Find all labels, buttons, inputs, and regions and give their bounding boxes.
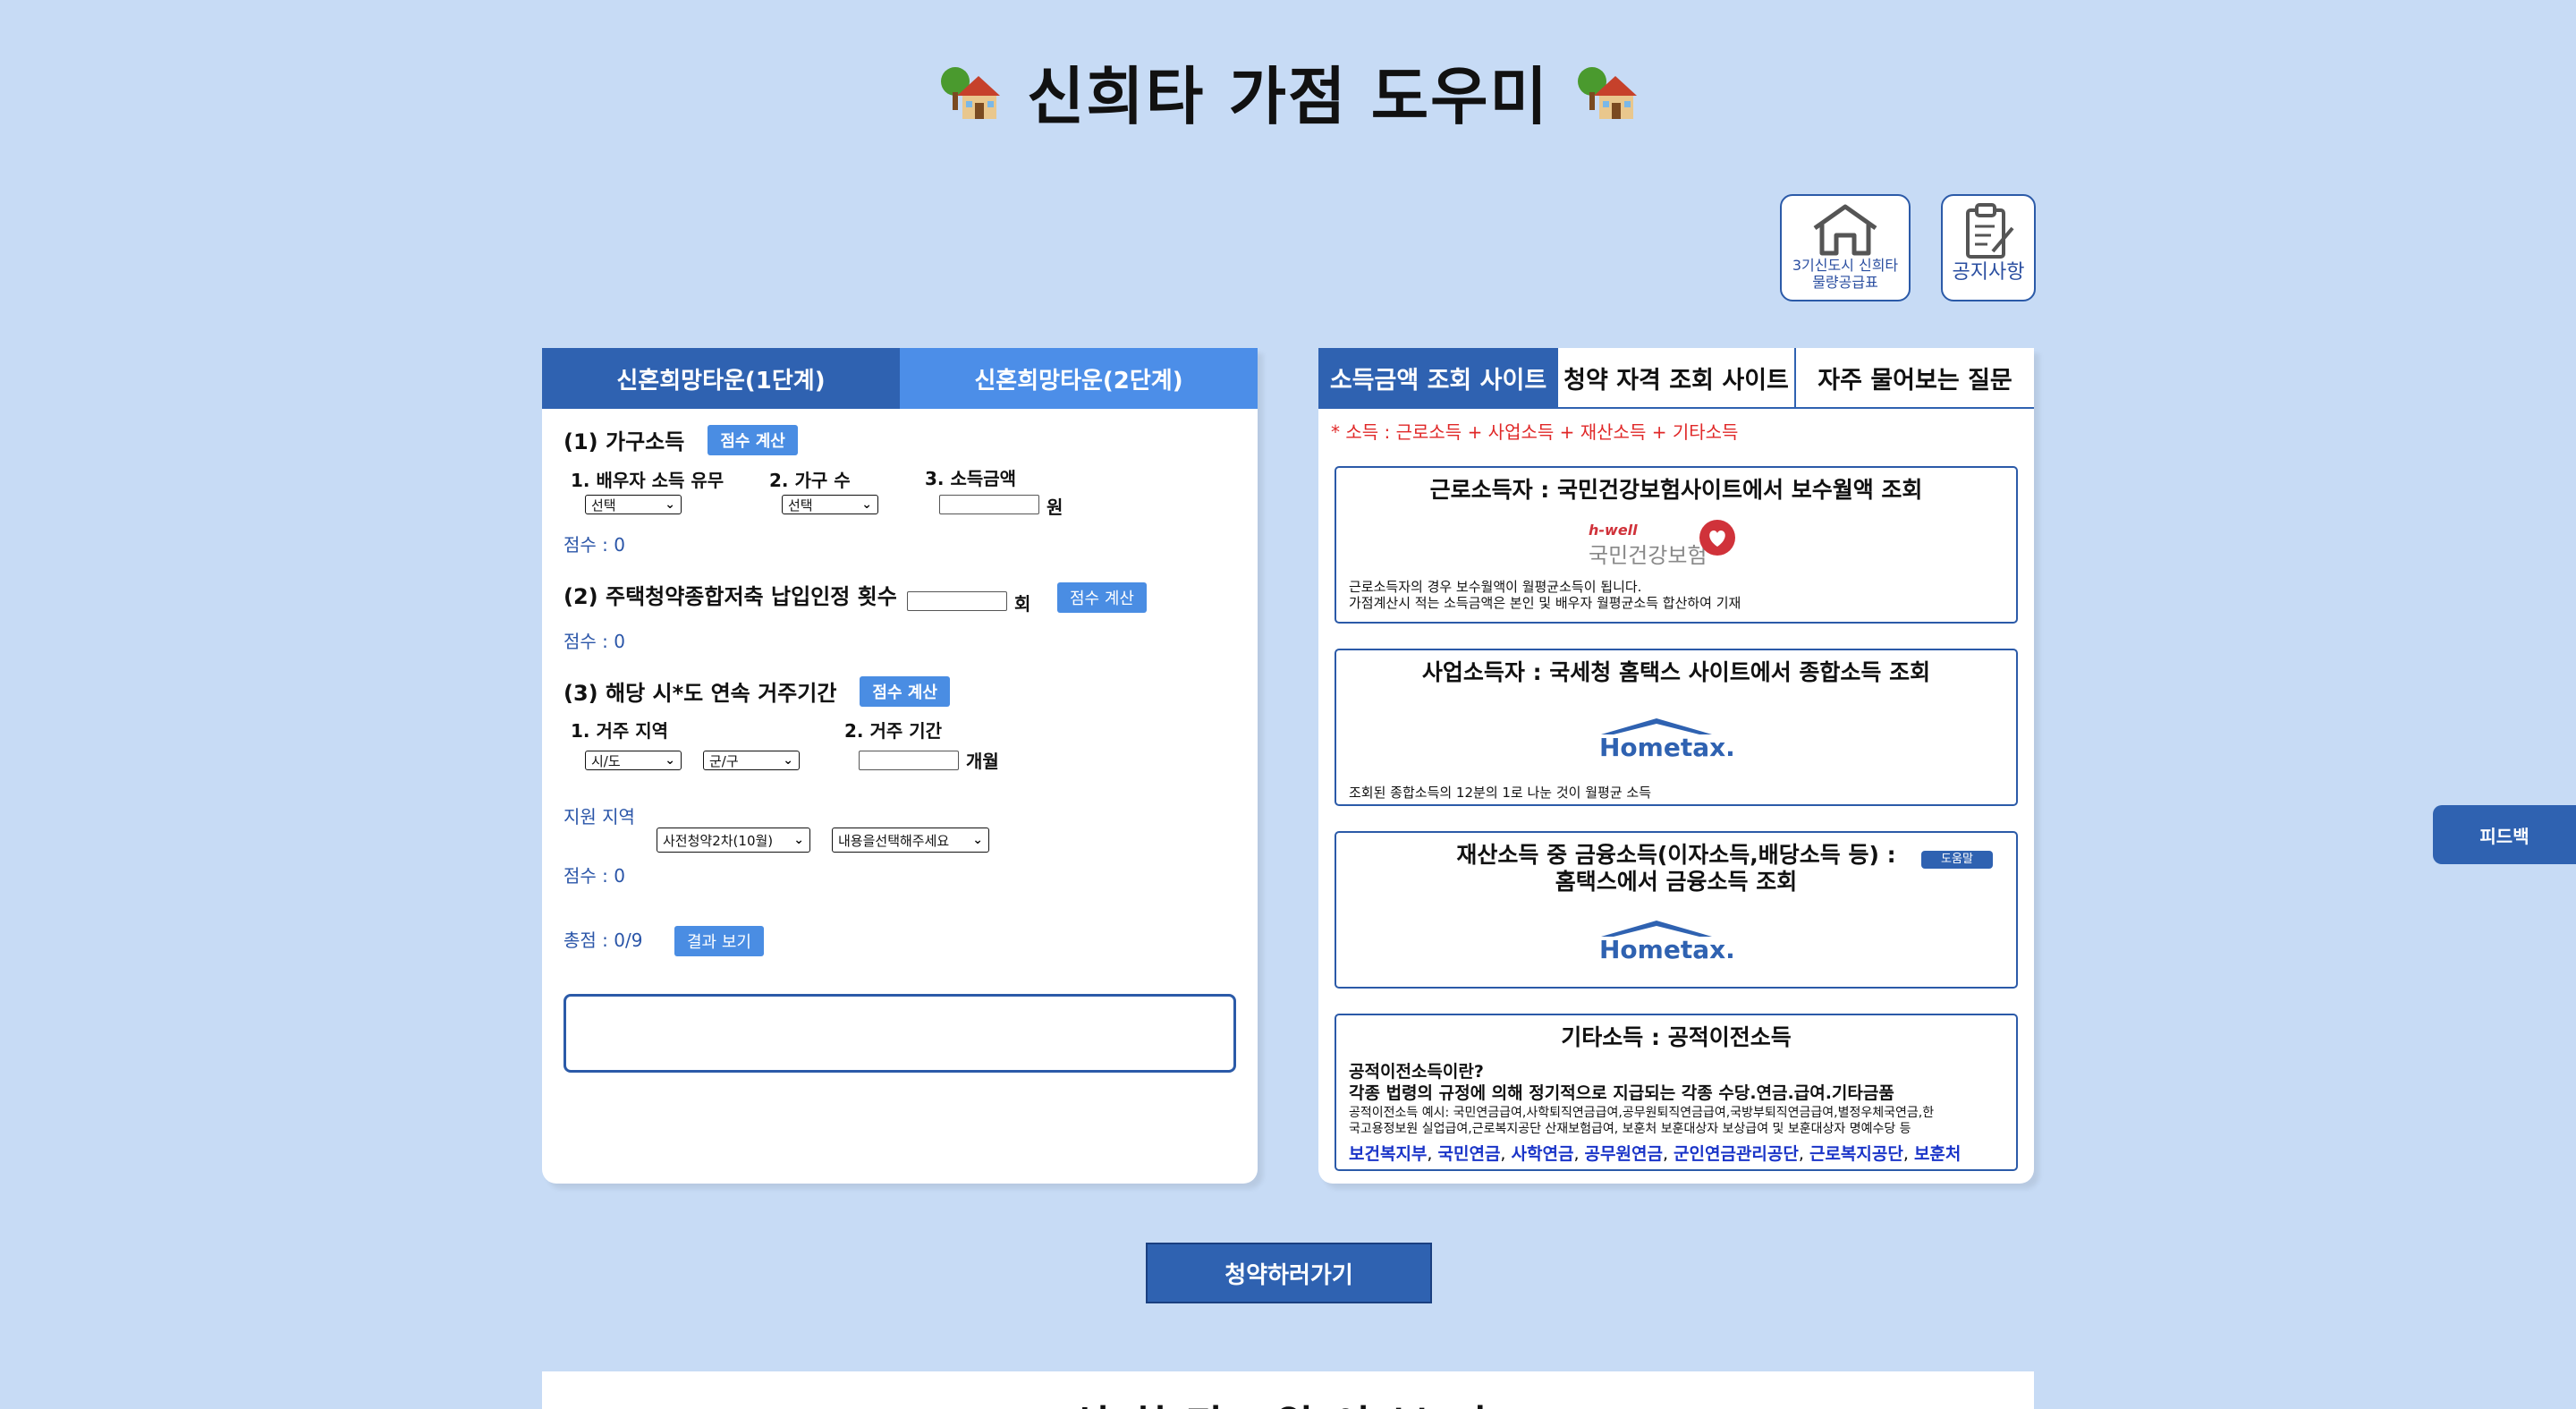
income-amount-input[interactable] — [939, 495, 1039, 514]
section-household-income: (1) 가구소득 점수 계산 — [564, 424, 798, 455]
tab-stage1[interactable]: 신혼희망타운(1단계) — [542, 348, 900, 409]
residence-region-label: 1. 거주 지역 — [571, 720, 669, 742]
supply-table-label: 3기신도시 신희타 물량공급표 — [1792, 257, 1899, 291]
months-unit: 개월 — [966, 751, 999, 772]
round-select[interactable]: 사전청약2차(10월) ⌄ — [657, 828, 810, 853]
chevron-down-icon: ⌄ — [665, 753, 675, 768]
card-title: 사업소득자 : 국세청 홈택스 사이트에서 종합소득 조회 — [1421, 659, 1931, 685]
support-region-label: 지원 지역 — [564, 806, 635, 828]
tab-eligibility-sites[interactable]: 청약 자격 조회 사이트 — [1558, 348, 1796, 407]
bottom-section: 신희타 알아보기 — [542, 1371, 2034, 1409]
income-amount-label: 3. 소득금액 — [925, 468, 1017, 489]
spouse-income-label: 1. 배우자 소득 유무 — [571, 470, 724, 491]
clipboard-icon — [1966, 203, 2014, 259]
chevron-down-icon: ⌄ — [783, 753, 793, 768]
gugun-select[interactable]: 군/구 ⌄ — [703, 751, 800, 770]
household-count-label: 2. 가구 수 — [769, 470, 851, 491]
income-formula-note: * 소득 : 근로소득 + 사업소득 + 재산소득 + 기타소득 — [1331, 421, 1739, 443]
info-panel: 소득금액 조회 사이트 청약 자격 조회 사이트 자주 물어보는 질문 * 소득… — [1318, 348, 2034, 1184]
link-tp[interactable]: 사학연금 — [1512, 1144, 1574, 1164]
chevron-down-icon: ⌄ — [972, 833, 983, 847]
house-tree-icon — [937, 60, 1002, 124]
bottom-section-title: 신희타 알아보기 — [542, 1391, 2034, 1409]
public-transfer-question: 공적이전소득이란? — [1349, 1062, 1484, 1082]
example-line2: 국고용정보원 실업급여,근로복지공단 산재보험급여, 보훈처 보훈대상자 보상급… — [1349, 1122, 1911, 1136]
content-select[interactable]: 내용을선택해주세요 ⌄ — [832, 828, 989, 853]
section3-score: 점수 : 0 — [564, 865, 625, 887]
link-mps[interactable]: 군인연금관리공단 — [1674, 1144, 1799, 1164]
calc-score-button[interactable]: 점수 계산 — [860, 675, 950, 707]
tab-income-sites[interactable]: 소득금액 조회 사이트 — [1318, 348, 1558, 407]
card-desc-line1: 조회된 종합소득의 12분의 1로 나눈 것이 월평균 소득 — [1349, 785, 1652, 801]
household-count-select[interactable]: 선택 ⌄ — [782, 495, 878, 514]
supply-table-button[interactable]: 3기신도시 신희타 물량공급표 — [1780, 194, 1911, 301]
house-tree-icon — [1574, 60, 1639, 124]
feedback-button[interactable]: 피드백 — [2433, 805, 2576, 864]
public-transfer-definition: 각종 법령의 규정에 의해 정기적으로 지급되는 각종 수당.연금.급여.기타금… — [1349, 1083, 1894, 1103]
stage-tabs: 신혼희망타운(1단계) 신혼희망타운(2단계) — [542, 348, 1258, 409]
section-title: (2) 주택청약종합저축 납입인정 횟수 — [564, 584, 897, 609]
section-title: (3) 해당 시*도 연속 거주기간 — [564, 681, 837, 706]
page-title: 신희타 가점 도우미 — [0, 47, 2576, 137]
info-tabs: 소득금액 조회 사이트 청약 자격 조회 사이트 자주 물어보는 질문 — [1318, 348, 2034, 409]
residence-period-label: 2. 거주 기간 — [844, 720, 943, 742]
card-desc-line2: 가점계산시 적는 소득금액은 본인 및 배우자 월평균소득 합산하여 기재 — [1349, 595, 1741, 611]
card-title-line2: 홈택스에서 금융소득 조회 — [1555, 869, 1798, 895]
sido-select[interactable]: 시/도 ⌄ — [585, 751, 682, 770]
agency-links: 보건복지부, 국민연금, 사학연금, 공무원연금, 군인연금관리공단, 근로복지… — [1349, 1144, 1962, 1164]
earned-income-card[interactable]: 근로소득자 : 국민건강보험사이트에서 보수월액 조회 h-well 국민건강보… — [1335, 466, 2018, 624]
residence-months-input[interactable] — [859, 751, 959, 770]
example-line1: 공적이전소득 예시: 국민연금급여,사학퇴직연금급여,공무원퇴직연금급여,국방부… — [1349, 1106, 1935, 1120]
other-income-card: 기타소득 : 공적이전소득 공적이전소득이란? 각종 법령의 규정에 의해 정기… — [1335, 1014, 2018, 1171]
chevron-down-icon: ⌄ — [665, 497, 675, 512]
heart-icon — [1699, 520, 1735, 556]
spouse-income-select[interactable]: 선택 ⌄ — [585, 495, 682, 514]
view-result-button[interactable]: 결과 보기 — [674, 926, 764, 956]
help-button[interactable]: 도움말 — [1921, 851, 1993, 869]
total-score: 총점 : 0/9 — [564, 929, 643, 951]
chevron-down-icon: ⌄ — [861, 497, 872, 512]
card-title: 근로소득자 : 국민건강보험사이트에서 보수월액 조회 — [1429, 477, 1923, 503]
business-income-card[interactable]: 사업소득자 : 국세청 홈택스 사이트에서 종합소득 조회 Hometax. 조… — [1335, 649, 2018, 806]
hometax-logo: Hometax. — [1596, 718, 1735, 763]
card-title-line1: 재산소득 중 금융소득(이자소득,배당소득 등) : — [1456, 842, 1896, 868]
notice-label: 공지사항 — [1952, 261, 2025, 284]
hometax-logo: Hometax. — [1596, 921, 1735, 965]
financial-income-card[interactable]: 재산소득 중 금융소득(이자소득,배당소득 등) : 홈택스에서 금융소득 조회… — [1335, 831, 2018, 989]
home-icon — [1813, 204, 1877, 256]
nhis-logo: h-well 국민건강보험 — [1589, 518, 1750, 568]
go-subscribe-button[interactable]: 청약하러가기 — [1146, 1243, 1432, 1303]
result-output-box — [564, 994, 1236, 1073]
section-residence-period: (3) 해당 시*도 연속 거주기간 점수 계산 — [564, 675, 950, 707]
tab-faq[interactable]: 자주 물어보는 질문 — [1796, 348, 2034, 407]
section2-score: 점수 : 0 — [564, 631, 625, 652]
page-title-text: 신희타 가점 도우미 — [1027, 60, 1549, 133]
won-unit: 원 — [1046, 497, 1063, 518]
link-mohw[interactable]: 보건복지부 — [1349, 1144, 1427, 1164]
section-subscription-count: (2) 주택청약종합저축 납입인정 횟수 — [564, 579, 897, 610]
link-geps[interactable]: 공무원연금 — [1585, 1144, 1663, 1164]
card-title: 기타소득 : 공적이전소득 — [1561, 1024, 1792, 1050]
tab-stage2[interactable]: 신혼희망타운(2단계) — [900, 348, 1258, 409]
link-mpva[interactable]: 보훈처 — [1914, 1144, 1961, 1164]
calc-score-button[interactable]: 점수 계산 — [708, 424, 798, 455]
score-calculator-panel: 신혼희망타운(1단계) 신혼희망타운(2단계) (1) 가구소득 점수 계산 1… — [542, 348, 1258, 1184]
link-nps[interactable]: 국민연금 — [1438, 1144, 1501, 1164]
payment-count-input[interactable] — [907, 591, 1007, 611]
link-comwel[interactable]: 근로복지공단 — [1809, 1144, 1903, 1164]
card-desc-line1: 근로소득자의 경우 보수월액이 월평균소득이 됩니다. — [1349, 579, 1642, 595]
count-unit: 회 — [1014, 593, 1031, 615]
section-title: (1) 가구소득 — [564, 429, 685, 454]
calc-score-button[interactable]: 점수 계산 — [1057, 582, 1147, 613]
chevron-down-icon: ⌄ — [793, 833, 804, 847]
notice-button[interactable]: 공지사항 — [1941, 194, 2036, 301]
section1-score: 점수 : 0 — [564, 534, 625, 556]
